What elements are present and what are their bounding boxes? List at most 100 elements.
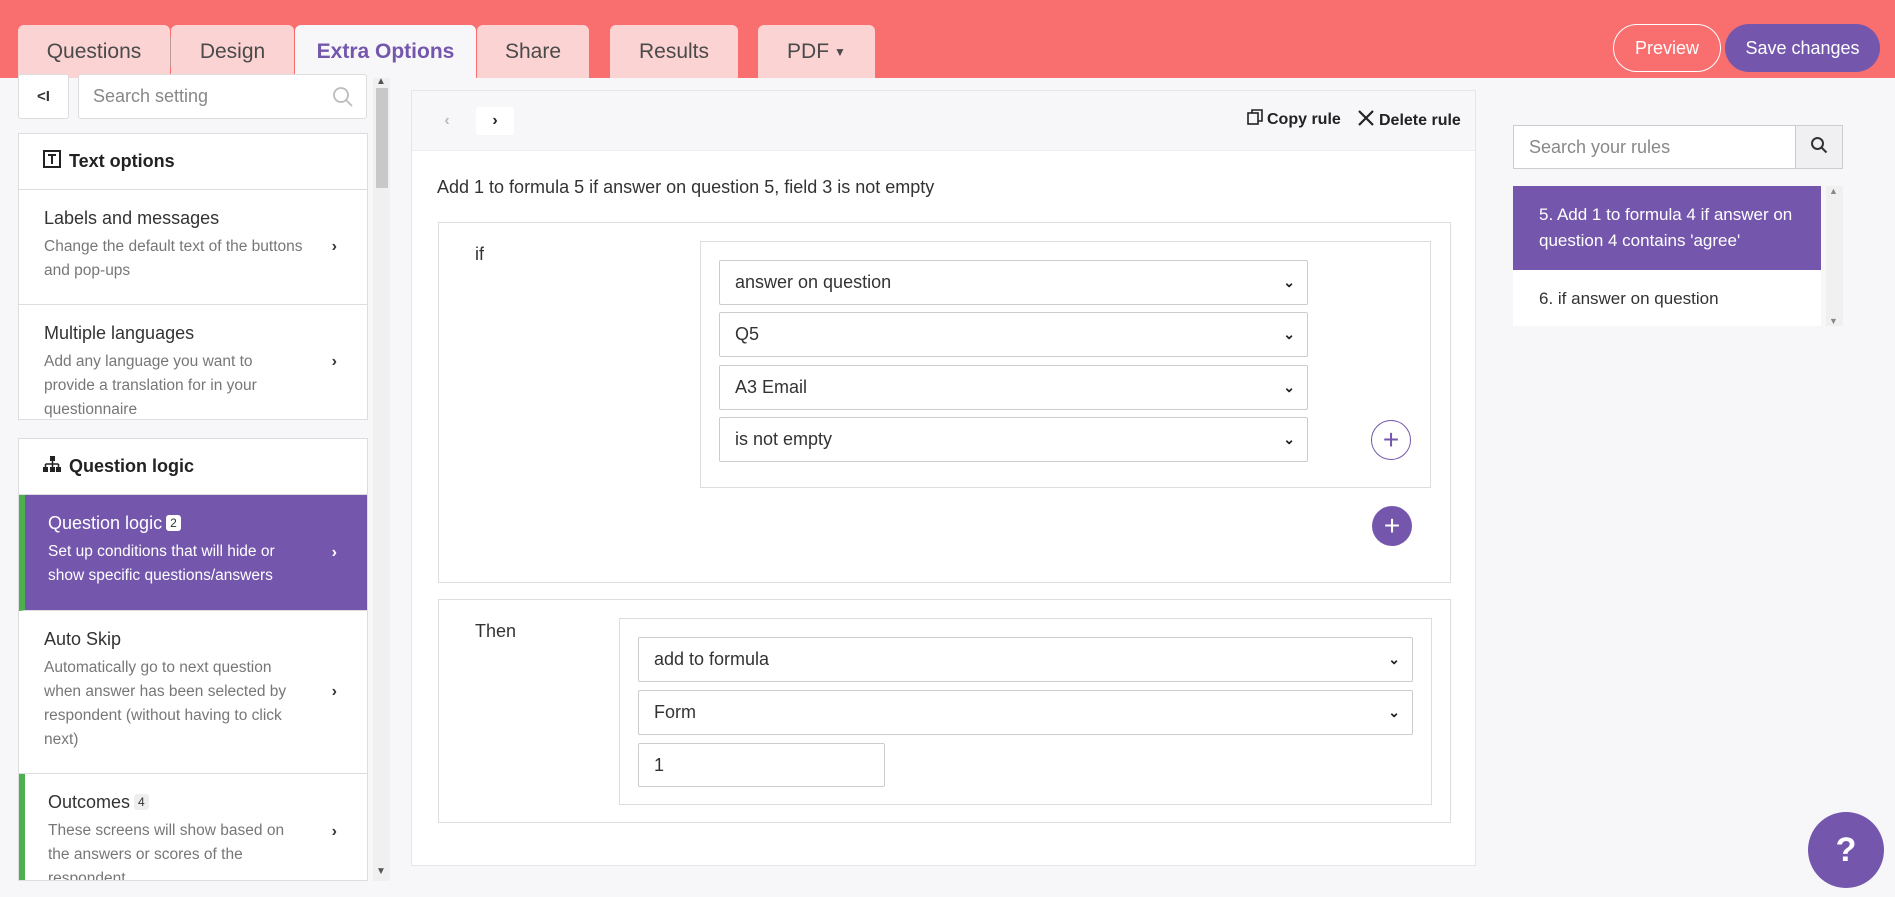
tab-label: Share bbox=[504, 39, 562, 63]
preview-button[interactable]: Preview bbox=[1613, 24, 1721, 72]
editor-toolbar: ‹ › Copy rule Delete rule bbox=[412, 91, 1475, 151]
select-value: Q5 bbox=[735, 324, 760, 344]
then-label: Then bbox=[475, 621, 517, 641]
top-bar: Questions Design Extra Options Share Res… bbox=[0, 0, 1895, 78]
select-value: is not empty bbox=[735, 429, 833, 449]
rule-item[interactable]: 5. Add 1 to formula 4 if answer on quest… bbox=[1513, 186, 1821, 270]
collapse-sidebar-button[interactable]: <I bbox=[18, 74, 69, 119]
tab-questions[interactable]: Questions bbox=[18, 25, 170, 78]
condition-type-select[interactable]: answer on question ⌄ bbox=[719, 260, 1308, 305]
rules-scrollbar[interactable]: ▲ ▼ bbox=[1826, 186, 1843, 326]
scroll-down-icon[interactable]: ▼ bbox=[1829, 316, 1838, 326]
scroll-up-icon[interactable]: ▲ bbox=[1829, 186, 1838, 196]
item-desc: Automatically go to next question when a… bbox=[44, 659, 287, 748]
search-setting-input[interactable]: Search setting bbox=[78, 74, 367, 119]
chevron-down-icon: ⌄ bbox=[1283, 379, 1295, 395]
chevron-down-icon: ⌄ bbox=[1283, 326, 1295, 342]
rule-label: 6. if answer on question bbox=[1539, 289, 1719, 308]
condition-group: answer on question ⌄ Q5 ⌄ A3 Email ⌄ is not… bbox=[700, 241, 1431, 488]
delete-rule-button[interactable]: Delete rule bbox=[1357, 109, 1461, 132]
action-type-select[interactable]: add to formula ⌄ bbox=[638, 637, 1413, 682]
section-heading: Text options bbox=[69, 151, 175, 171]
count-badge: 4 bbox=[134, 794, 149, 810]
chevron-left-icon: ‹ bbox=[444, 112, 450, 129]
help-button[interactable]: ? bbox=[1808, 812, 1884, 888]
tab-design[interactable]: Design bbox=[171, 25, 294, 78]
question-logic-panel: Question logic Question logic 2 Set up co… bbox=[18, 438, 368, 881]
rule-label: 5. Add 1 to formula 4 if answer on quest… bbox=[1539, 205, 1793, 250]
tab-extra-options[interactable]: Extra Options bbox=[295, 25, 476, 78]
search-rules-input[interactable]: Search your rules bbox=[1513, 125, 1796, 169]
value-input[interactable]: 1 bbox=[638, 743, 885, 787]
rule-item[interactable]: 6. if answer on question bbox=[1513, 270, 1821, 326]
rule-title: Add 1 to formula 5 if answer on question… bbox=[437, 177, 935, 197]
item-title-row: Outcomes 4 bbox=[48, 792, 307, 813]
sidebar-item-outcomes[interactable]: Outcomes 4 These screens will show based … bbox=[19, 774, 367, 880]
item-desc: Change the default text of the buttons a… bbox=[44, 238, 303, 279]
chevron-right-icon: › bbox=[331, 683, 337, 700]
tab-label: Results bbox=[638, 39, 710, 63]
save-label: Save changes bbox=[1745, 37, 1860, 58]
action-group: add to formula ⌄ Form ⌄ 1 bbox=[619, 618, 1432, 805]
sidebar-item-labels-messages[interactable]: Labels and messages Change the default t… bbox=[19, 190, 367, 305]
tab-pdf[interactable]: PDF ▼ bbox=[758, 25, 875, 78]
scroll-up-icon[interactable]: ▲ bbox=[376, 76, 386, 87]
search-icon bbox=[332, 86, 354, 113]
select-value: Form bbox=[654, 702, 696, 722]
sidebar-scrollbar[interactable] bbox=[373, 78, 390, 881]
search-icon bbox=[1810, 136, 1828, 159]
select-value: answer on question bbox=[735, 272, 892, 292]
chevron-down-icon: ⌄ bbox=[1283, 274, 1295, 290]
search-rules-button[interactable] bbox=[1795, 125, 1843, 169]
sidebar-item-question-logic[interactable]: Question logic 2 Set up conditions that w… bbox=[19, 495, 367, 611]
then-block: Then add to formula ⌄ Form ⌄ 1 bbox=[438, 599, 1451, 823]
item-title-row: Question logic 2 bbox=[48, 513, 307, 534]
tab-label: Questions bbox=[46, 39, 142, 63]
scroll-down-icon[interactable]: ▼ bbox=[376, 866, 386, 877]
next-rule-button[interactable]: › bbox=[476, 107, 514, 135]
delete-rule-label: Delete rule bbox=[1379, 111, 1461, 129]
text-options-header: Text options bbox=[19, 134, 367, 190]
tab-label: PDF bbox=[787, 39, 830, 63]
chevron-right-icon: › bbox=[492, 112, 498, 129]
tab-share[interactable]: Share bbox=[477, 25, 589, 78]
rules-list: 5. Add 1 to formula 4 if answer on quest… bbox=[1513, 186, 1821, 326]
select-value: add to formula bbox=[654, 649, 770, 669]
question-select[interactable]: Q5 ⌄ bbox=[719, 312, 1308, 357]
chevron-right-icon: › bbox=[331, 543, 337, 561]
caret-down-icon: ▼ bbox=[834, 44, 846, 59]
field-select[interactable]: A3 Email ⌄ bbox=[719, 365, 1308, 410]
question-logic-header: Question logic bbox=[19, 439, 367, 495]
add-condition-button[interactable]: + bbox=[1371, 420, 1411, 460]
text-icon bbox=[43, 150, 61, 173]
chevron-right-icon: › bbox=[331, 823, 337, 840]
if-label: if bbox=[475, 244, 484, 264]
save-changes-button[interactable]: Save changes bbox=[1725, 24, 1880, 72]
copy-rule-button[interactable]: Copy rule bbox=[1247, 109, 1341, 130]
chevron-right-icon: › bbox=[331, 238, 337, 255]
text-options-panel: Text options Labels and messages Change … bbox=[18, 133, 368, 420]
plus-icon: + bbox=[1383, 510, 1401, 541]
chevron-down-icon: ⌄ bbox=[1388, 704, 1400, 720]
tab-results[interactable]: Results bbox=[610, 25, 738, 78]
search-placeholder: Search setting bbox=[93, 86, 209, 106]
prev-rule-button[interactable]: ‹ bbox=[428, 107, 466, 135]
search-placeholder: Search your rules bbox=[1529, 136, 1671, 157]
sidebar-item-multiple-languages[interactable]: Multiple languages Add any language you … bbox=[19, 305, 367, 419]
input-value: 1 bbox=[654, 754, 665, 775]
formula-select[interactable]: Form ⌄ bbox=[638, 690, 1413, 735]
plus-icon: + bbox=[1382, 424, 1400, 455]
item-title: Multiple languages bbox=[44, 323, 195, 343]
sidebar-scroll-thumb[interactable] bbox=[376, 88, 388, 188]
close-icon bbox=[1357, 109, 1375, 132]
chevron-down-icon: ⌄ bbox=[1388, 651, 1400, 667]
help-icon: ? bbox=[1835, 830, 1857, 869]
item-desc: Add any language you want to provide a t… bbox=[44, 353, 257, 418]
tab-label: Design bbox=[199, 39, 266, 63]
sidebar-item-auto-skip[interactable]: Auto Skip Automatically go to next quest… bbox=[19, 611, 367, 774]
if-block: if answer on question ⌄ Q5 ⌄ A3 Email ⌄ is … bbox=[438, 222, 1451, 583]
chevron-down-icon: ⌄ bbox=[1283, 431, 1295, 447]
add-condition-group-button[interactable]: + bbox=[1372, 506, 1412, 546]
operator-select[interactable]: is not empty ⌄ bbox=[719, 417, 1308, 462]
copy-icon bbox=[1247, 109, 1263, 130]
